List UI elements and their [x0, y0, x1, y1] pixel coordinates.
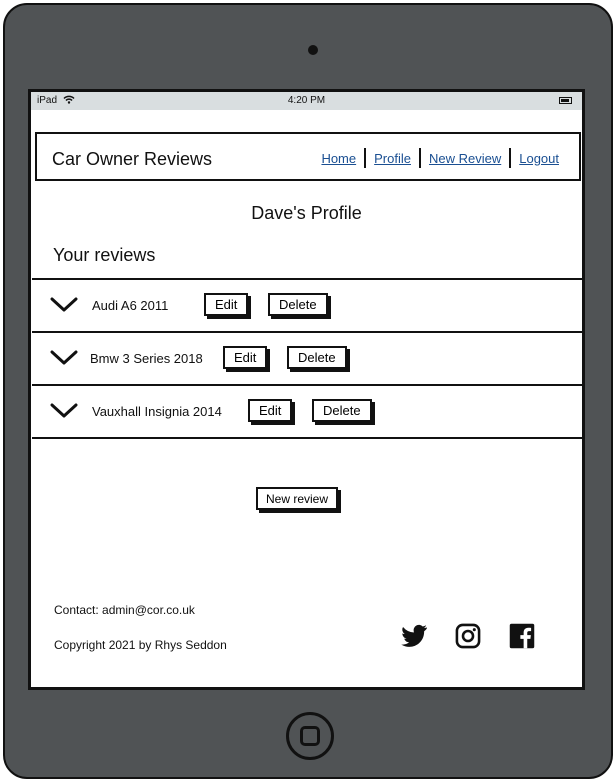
- new-review-button[interactable]: New review: [256, 487, 339, 510]
- site-brand[interactable]: Car Owner Reviews: [52, 149, 212, 170]
- review-row: Vauxhall Insignia 2014 Edit Delete: [32, 384, 582, 439]
- instagram-icon[interactable]: [454, 622, 482, 650]
- battery-icon: [559, 97, 572, 104]
- review-list: Audi A6 2011 Edit Delete Bmw 3 Series 20…: [32, 278, 582, 439]
- edit-review-button[interactable]: Edit: [223, 346, 268, 369]
- delete-review-button[interactable]: Delete: [268, 293, 328, 316]
- home-hardware-button[interactable]: [286, 712, 334, 760]
- nav-new-review[interactable]: New Review: [421, 151, 509, 166]
- edit-review-button[interactable]: Edit: [248, 399, 293, 422]
- chevron-down-icon[interactable]: [50, 297, 78, 313]
- footer-copyright: Copyright 2021 by Rhys Seddon: [54, 638, 227, 652]
- section-title: Your reviews: [53, 245, 156, 265]
- footer-contact: Contact: admin@cor.co.uk: [54, 603, 195, 617]
- delete-review-button[interactable]: Delete: [312, 399, 372, 422]
- review-row: Audi A6 2011 Edit Delete: [32, 278, 582, 331]
- review-car-name: Audi A6 2011: [92, 298, 169, 313]
- page-title: Dave's Profile: [251, 203, 362, 223]
- site-header: Car Owner Reviews Home Profile New Revie…: [35, 132, 581, 181]
- review-car-name: Bmw 3 Series 2018: [90, 351, 203, 366]
- delete-review-button[interactable]: Delete: [287, 346, 347, 369]
- camera-dot: [308, 45, 318, 55]
- status-bar: iPad 4:20 PM: [31, 92, 582, 110]
- main-nav: Home Profile New Review Logout: [313, 148, 567, 168]
- clock: 4:20 PM: [287, 95, 326, 106]
- nav-logout[interactable]: Logout: [511, 151, 567, 166]
- twitter-icon[interactable]: [400, 622, 428, 650]
- nav-profile[interactable]: Profile: [366, 151, 419, 166]
- review-car-name: Vauxhall Insignia 2014: [92, 404, 222, 419]
- chevron-down-icon[interactable]: [50, 403, 78, 419]
- edit-review-button[interactable]: Edit: [204, 293, 249, 316]
- nav-home[interactable]: Home: [313, 151, 364, 166]
- screen: iPad 4:20 PM Car Owner Reviews Home Prof…: [28, 89, 585, 690]
- review-row: Bmw 3 Series 2018 Edit Delete: [32, 331, 582, 384]
- chevron-down-icon[interactable]: [50, 350, 78, 366]
- facebook-icon[interactable]: [508, 622, 536, 650]
